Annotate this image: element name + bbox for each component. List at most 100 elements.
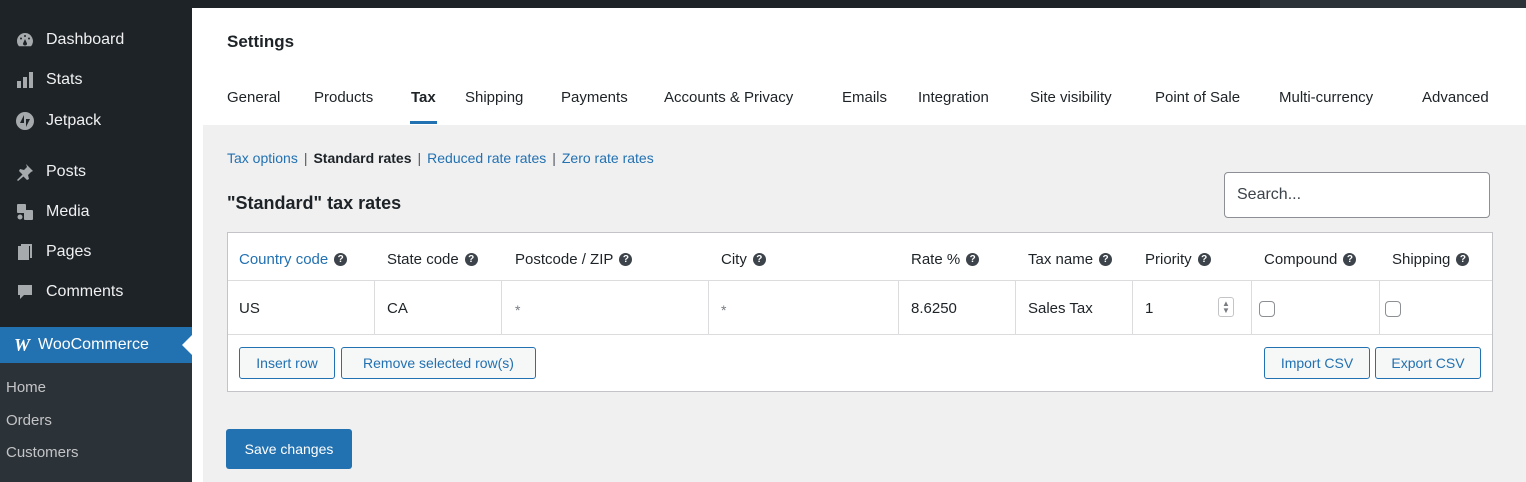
remove-selected-rows-button[interactable]: Remove selected row(s) <box>341 347 536 379</box>
active-tab-indicator <box>410 121 437 124</box>
compound-checkbox[interactable] <box>1259 301 1275 317</box>
tab-tax[interactable]: Tax <box>411 89 436 106</box>
tab-integration[interactable]: Integration <box>918 89 989 106</box>
sidebar-item-label: Jetpack <box>46 112 102 129</box>
pages-icon <box>14 241 36 263</box>
help-icon[interactable]: ? <box>752 253 766 266</box>
column-label: City <box>721 251 747 268</box>
sidebar-item-jetpack[interactable]: Jetpack <box>0 106 192 136</box>
column-header-country-code[interactable]: Country code? <box>239 251 348 268</box>
tab-shipping[interactable]: Shipping <box>465 89 523 106</box>
sidebar-item-label: Pages <box>46 243 92 260</box>
jetpack-icon <box>14 110 36 132</box>
woocommerce-submenu: Home Orders Customers <box>0 363 192 482</box>
woocommerce-icon: W <box>14 334 31 355</box>
column-label: Tax name <box>1028 251 1094 268</box>
help-icon[interactable]: ? <box>464 253 478 266</box>
column-header-priority: Priority? <box>1145 251 1211 268</box>
search-input[interactable] <box>1224 172 1490 218</box>
column-divider <box>1251 280 1252 334</box>
priority-stepper[interactable]: ▲ ▼ <box>1218 297 1234 317</box>
subnav-reduced-rates[interactable]: Reduced rate rates <box>427 150 546 166</box>
priority-input[interactable]: 1 <box>1145 300 1153 317</box>
column-divider <box>1015 280 1016 334</box>
help-icon[interactable]: ? <box>1343 253 1357 266</box>
admin-sidebar: Dashboard Stats Jetpack Posts Media Page… <box>0 0 192 482</box>
help-icon[interactable]: ? <box>1099 253 1113 266</box>
sidebar-item-stats[interactable]: Stats <box>0 65 192 95</box>
column-label: Priority <box>1145 251 1192 268</box>
table-divider <box>228 280 1492 281</box>
sidebar-item-dashboard[interactable]: Dashboard <box>0 25 192 55</box>
help-icon[interactable]: ? <box>966 253 980 266</box>
column-label: Rate % <box>911 251 961 268</box>
submenu-item-home[interactable]: Home <box>6 379 46 396</box>
column-divider <box>898 280 899 334</box>
tab-products[interactable]: Products <box>314 89 373 106</box>
submenu-item-customers[interactable]: Customers <box>6 444 79 461</box>
column-label: State code <box>387 251 459 268</box>
column-header-rate: Rate %? <box>911 251 980 268</box>
stats-icon <box>14 69 36 91</box>
sidebar-item-label: Media <box>46 203 90 220</box>
subnav-separator: | <box>417 150 422 166</box>
tab-point-of-sale[interactable]: Point of Sale <box>1155 89 1240 106</box>
help-icon[interactable]: ? <box>1197 253 1211 266</box>
settings-header: Settings General Products Tax Shipping P… <box>203 8 1526 125</box>
sidebar-item-label: WooCommerce <box>38 336 149 353</box>
column-divider <box>1132 280 1133 334</box>
export-csv-button[interactable]: Export CSV <box>1375 347 1481 379</box>
sidebar-item-label: Comments <box>46 283 124 300</box>
subnav-separator: | <box>303 150 308 166</box>
column-header-state-code: State code? <box>387 251 478 268</box>
subnav-zero-rates[interactable]: Zero rate rates <box>562 150 654 166</box>
tax-name-input[interactable]: Sales Tax <box>1028 300 1093 317</box>
postcode-input[interactable]: * <box>515 302 520 318</box>
help-icon[interactable]: ? <box>619 253 633 266</box>
sidebar-item-media[interactable]: Media <box>0 197 192 227</box>
tab-emails[interactable]: Emails <box>842 89 887 106</box>
column-header-postcode: Postcode / ZIP? <box>515 251 633 268</box>
save-changes-button[interactable]: Save changes <box>226 429 352 469</box>
subnav-standard-rates: Standard rates <box>313 150 412 166</box>
sidebar-item-comments[interactable]: Comments <box>0 277 192 307</box>
import-csv-button[interactable]: Import CSV <box>1264 347 1370 379</box>
top-bar <box>0 0 1526 8</box>
tab-accounts-privacy[interactable]: Accounts & Privacy <box>664 89 793 106</box>
help-icon[interactable]: ? <box>334 253 348 266</box>
column-label: Shipping <box>1392 251 1451 268</box>
state-code-input[interactable]: CA <box>387 300 408 317</box>
submenu-item-orders[interactable]: Orders <box>6 412 52 429</box>
rate-input[interactable]: 8.6250 <box>911 300 957 317</box>
country-code-input[interactable]: US <box>239 300 260 317</box>
dashboard-icon <box>14 29 36 51</box>
subnav-tax-options[interactable]: Tax options <box>227 150 298 166</box>
city-input[interactable]: * <box>721 302 726 318</box>
tab-site-visibility[interactable]: Site visibility <box>1030 89 1112 106</box>
tab-general[interactable]: General <box>227 89 280 106</box>
sidebar-item-pages[interactable]: Pages <box>0 237 192 267</box>
sidebar-item-label: Posts <box>46 163 87 180</box>
top-bar-right <box>1260 0 1526 8</box>
subnav-separator: | <box>552 150 556 166</box>
tab-advanced[interactable]: Advanced <box>1422 89 1489 106</box>
help-icon[interactable]: ? <box>1456 253 1470 266</box>
stepper-down-icon: ▼ <box>1222 306 1230 315</box>
sidebar-item-woocommerce[interactable]: W WooCommerce <box>0 327 192 363</box>
column-label: Country code <box>239 251 329 268</box>
comments-icon <box>14 281 36 303</box>
tab-payments[interactable]: Payments <box>561 89 628 106</box>
column-divider <box>1379 280 1380 334</box>
column-label: Postcode / ZIP <box>515 251 614 268</box>
media-icon <box>14 201 36 223</box>
page-title: Settings <box>227 32 295 51</box>
column-divider <box>708 280 709 334</box>
column-divider <box>374 280 375 334</box>
insert-row-button[interactable]: Insert row <box>239 347 335 379</box>
column-header-compound: Compound? <box>1264 251 1357 268</box>
shipping-checkbox[interactable] <box>1385 301 1401 317</box>
column-label: Compound <box>1264 251 1338 268</box>
tab-multi-currency[interactable]: Multi-currency <box>1279 89 1373 106</box>
column-header-city: City? <box>721 251 766 268</box>
sidebar-item-posts[interactable]: Posts <box>0 157 192 187</box>
